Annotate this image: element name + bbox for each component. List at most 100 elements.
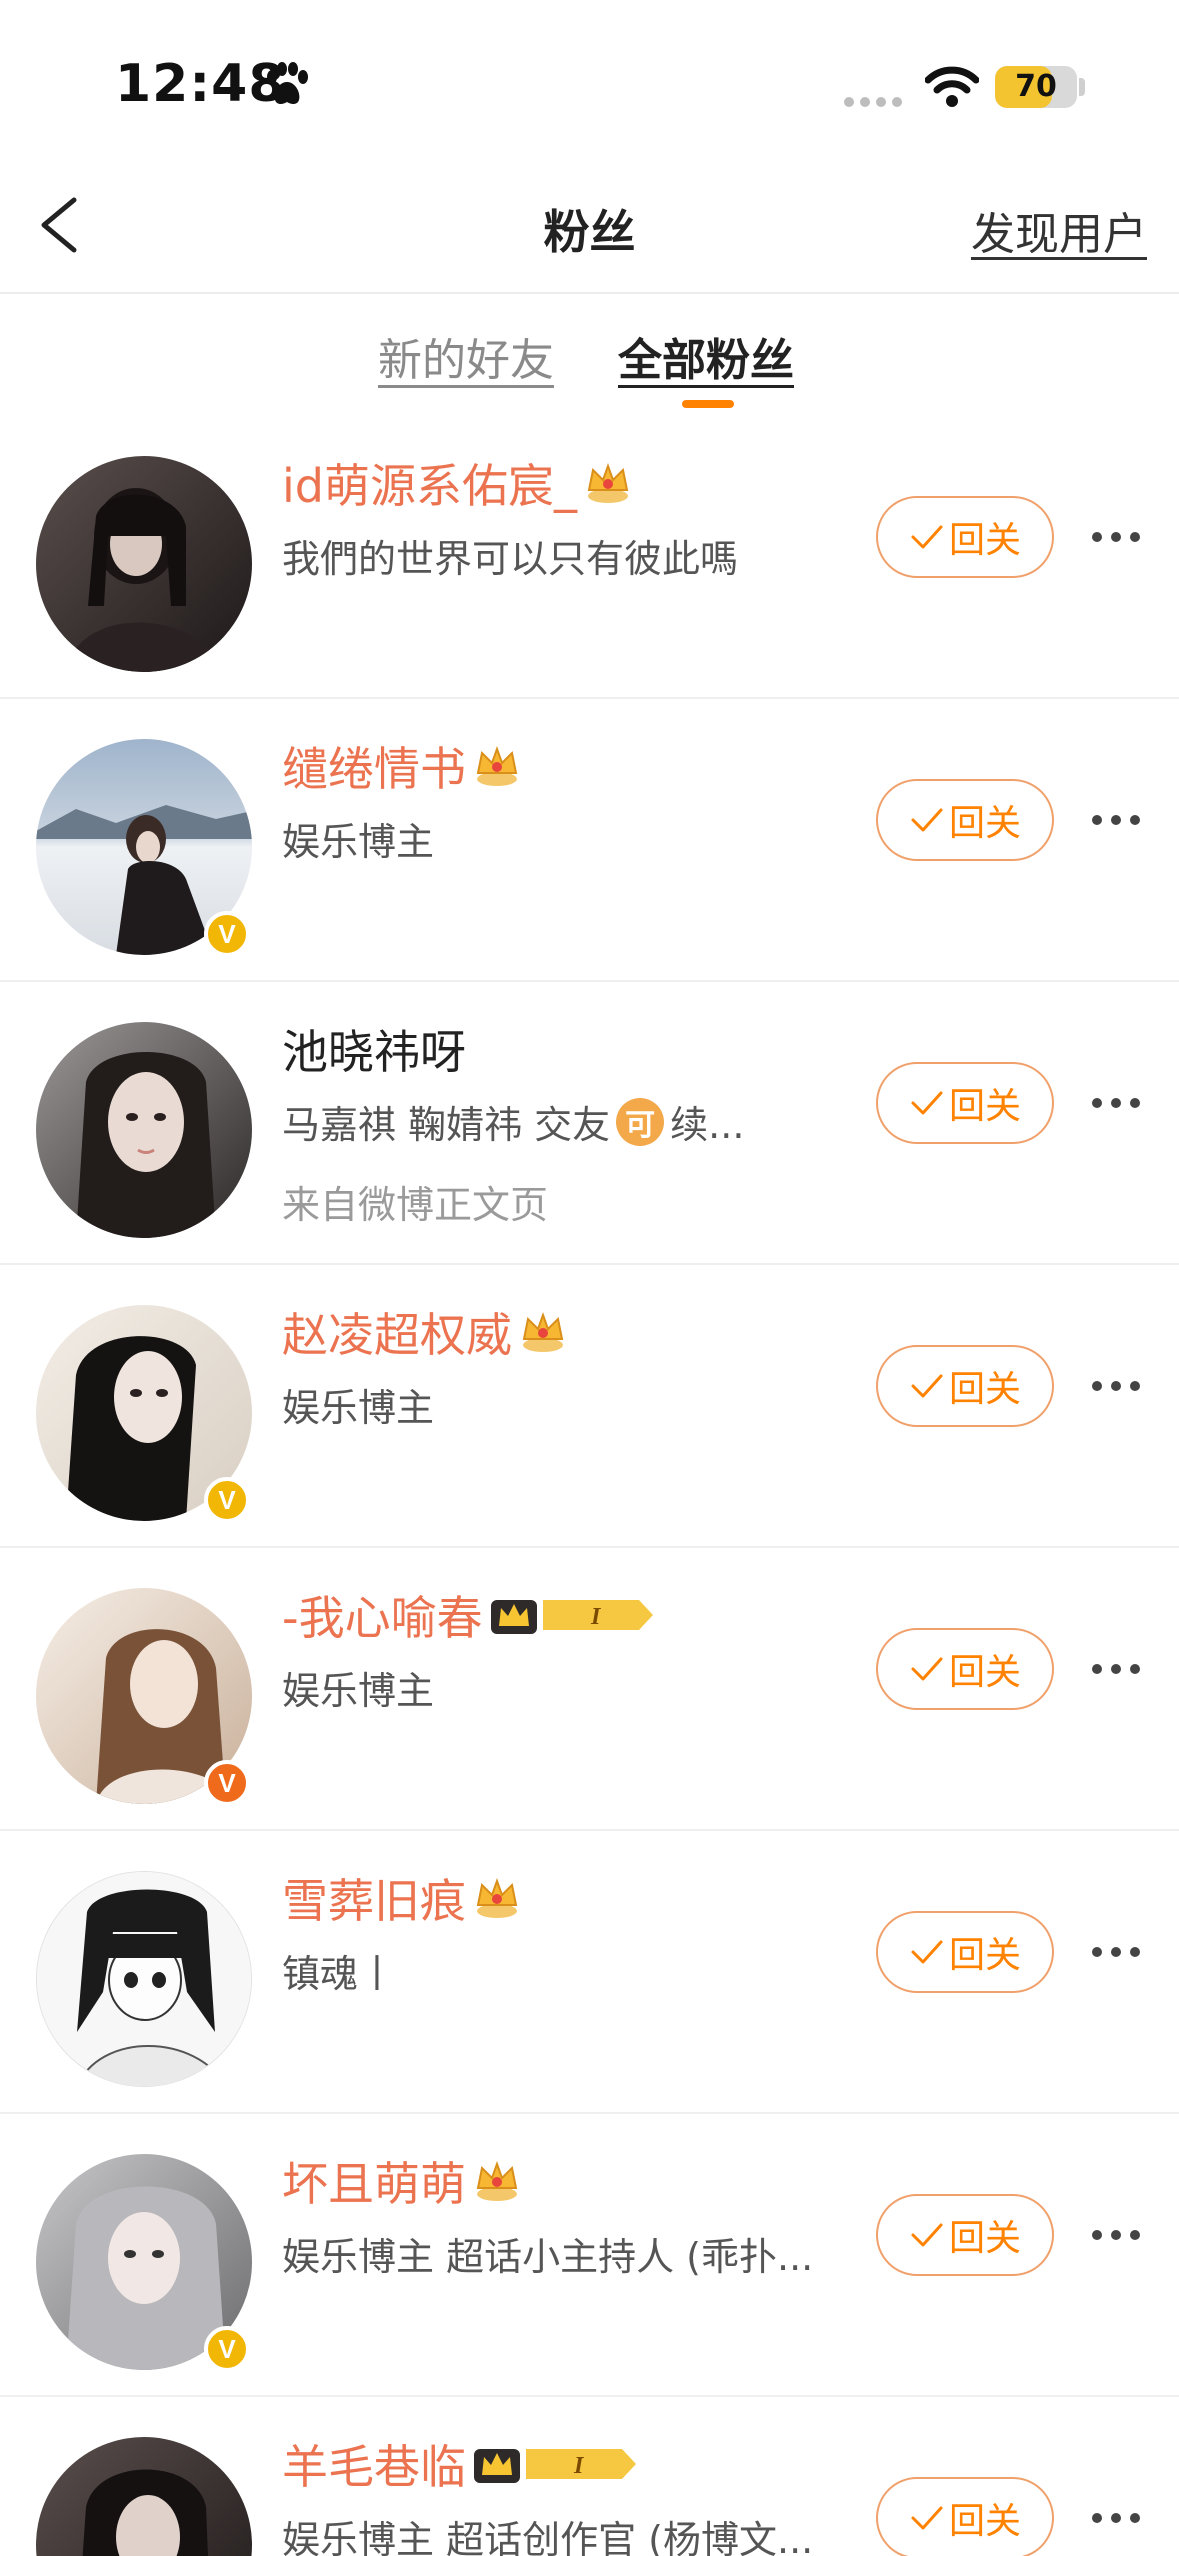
check-icon — [911, 1374, 943, 1398]
avatar[interactable] — [36, 2437, 252, 2556]
fan-name-text[interactable]: 雪葬旧痕 — [282, 1865, 466, 1931]
fan-description: 娱乐博主 — [282, 1669, 435, 1713]
check-icon — [911, 808, 943, 832]
fan-description: 镇魂丨 — [282, 1952, 397, 1996]
check-icon — [911, 525, 943, 549]
more-options-icon[interactable] — [1090, 2222, 1142, 2250]
more-options-icon[interactable] — [1090, 2505, 1142, 2533]
fan-name-text[interactable]: id萌源系佑宸_ — [282, 450, 577, 516]
fan-name-text[interactable]: 缱绻情书 — [282, 733, 466, 799]
level-badge-icon: I — [542, 1600, 653, 1630]
crown-icon — [587, 463, 629, 503]
fan-description: 娱乐博主 超话小主持人 (乖扑... — [282, 2235, 814, 2279]
paw-icon — [267, 62, 308, 104]
fan-name[interactable]: 羊毛巷临 I — [282, 2431, 638, 2497]
crown-icon — [476, 746, 518, 786]
status-time: 12:48 — [115, 54, 286, 114]
fan-name[interactable]: 缱绻情书 — [282, 733, 524, 799]
more-options-icon[interactable] — [1090, 1090, 1142, 1118]
fan-description: 娱乐博主 超话创作官 (杨博文... — [282, 2518, 814, 2556]
status-bar: 12:48 70 — [0, 0, 1179, 160]
active-tab-indicator — [682, 400, 734, 408]
follow-back-button[interactable]: 回关 — [876, 2477, 1054, 2556]
fan-name-text[interactable]: 赵凌超权威 — [282, 1299, 512, 1365]
check-icon — [911, 1091, 943, 1115]
follow-back-label: 回关 — [948, 1935, 1021, 1976]
follow-back-label: 回关 — [948, 803, 1021, 844]
tab-new-friends[interactable]: 新的好友 — [378, 324, 554, 388]
follow-back-button[interactable]: 回关 — [876, 496, 1054, 578]
list-item[interactable]: V 坏且萌萌 娱乐博主 超话小主持人 (乖扑... 回关 — [0, 2114, 1179, 2397]
follow-back-button[interactable]: 回关 — [876, 1911, 1054, 1993]
list-item[interactable]: V 赵凌超权威 娱乐博主 回关 — [0, 1265, 1179, 1548]
follow-back-label: 回关 — [948, 2501, 1021, 2542]
list-item[interactable]: V 缱绻情书 娱乐博主 回关 — [0, 699, 1179, 982]
check-icon — [911, 1657, 943, 1681]
fan-name-text[interactable]: 羊毛巷临 — [282, 2431, 466, 2497]
fan-description-more: 续... — [670, 1103, 745, 1147]
list-item[interactable]: 池晓祎呀 马嘉祺 鞠婧祎 交友 可续... 来自微博正文页 回关 — [0, 982, 1179, 1265]
fans-list: id萌源系佑宸_ 我們的世界可以只有彼此嗎 回关 V 缱绻情书 娱乐博主 回关 — [0, 416, 1179, 2556]
fan-description: 娱乐博主 — [282, 1386, 435, 1430]
avatar[interactable] — [36, 1871, 252, 2087]
more-options-icon[interactable] — [1090, 807, 1142, 835]
level-badge-icon: I — [526, 2449, 636, 2479]
follow-back-button[interactable]: 回关 — [876, 1345, 1054, 1427]
more-options-icon[interactable] — [1090, 1939, 1142, 1967]
fan-description-text: 马嘉祺 鞠婧祎 交友 — [282, 1103, 611, 1147]
verified-badge-icon: V — [204, 1760, 250, 1806]
fan-name[interactable]: 坏且萌萌 — [282, 2148, 524, 2214]
cellular-signal-icon — [844, 97, 902, 107]
wifi-icon — [925, 66, 979, 107]
tab-all-fans[interactable]: 全部粉丝 — [618, 324, 794, 388]
crown-icon — [476, 1878, 518, 1918]
battery-level: 70 — [1015, 69, 1057, 104]
more-options-icon[interactable] — [1090, 524, 1142, 552]
follow-back-button[interactable]: 回关 — [876, 1062, 1054, 1144]
battery-icon: 70 — [995, 66, 1077, 108]
verified-badge-icon: V — [204, 2326, 250, 2372]
more-options-icon[interactable] — [1090, 1373, 1142, 1401]
fan-name-text[interactable]: 坏且萌萌 — [282, 2148, 466, 2214]
follow-back-button[interactable]: 回关 — [876, 2194, 1054, 2276]
verified-badge-icon: V — [204, 911, 250, 957]
level-badge-text: I — [590, 1604, 602, 1630]
verified-badge-icon: V — [204, 1477, 250, 1523]
fan-name[interactable]: -我心喻春 I — [282, 1582, 655, 1648]
more-options-icon[interactable] — [1090, 1656, 1142, 1684]
level-badge-text: I — [573, 2453, 585, 2479]
follow-back-button[interactable]: 回关 — [876, 1628, 1054, 1710]
check-icon — [911, 1940, 943, 1964]
fan-name-text[interactable]: 池晓祎呀 — [282, 1016, 466, 1082]
list-item[interactable]: V -我心喻春 I 娱乐博主 回关 — [0, 1548, 1179, 1831]
follow-back-label: 回关 — [948, 2218, 1021, 2259]
crown-icon — [522, 1312, 564, 1352]
fan-name[interactable]: 池晓祎呀 — [282, 1016, 466, 1082]
list-item[interactable]: 羊毛巷临 I 娱乐博主 超话创作官 (杨博文... 回关 — [0, 2397, 1179, 2556]
fan-name[interactable]: 雪葬旧痕 — [282, 1865, 524, 1931]
follow-back-button[interactable]: 回关 — [876, 779, 1054, 861]
avatar[interactable] — [36, 1022, 252, 1238]
fan-name[interactable]: 赵凌超权威 — [282, 1299, 570, 1365]
follow-back-label: 回关 — [948, 1652, 1021, 1693]
fan-description: 娱乐博主 — [282, 820, 435, 864]
crown-icon — [490, 1600, 537, 1634]
follow-back-label: 回关 — [948, 520, 1021, 561]
follow-back-label: 回关 — [948, 1369, 1021, 1410]
discover-users-link[interactable]: 发现用户 — [971, 198, 1147, 262]
list-item[interactable]: 雪葬旧痕 镇魂丨 回关 — [0, 1831, 1179, 2114]
battery-cap — [1079, 78, 1085, 96]
crown-icon — [476, 2161, 518, 2201]
fan-name[interactable]: id萌源系佑宸_ — [282, 450, 635, 516]
avatar[interactable] — [36, 456, 252, 672]
tab-bar: 新的好友 全部粉丝 — [0, 296, 1179, 416]
fan-source: 来自微博正文页 — [282, 1183, 549, 1227]
check-icon — [911, 2223, 943, 2247]
nav-bar: 粉丝 发现用户 — [0, 160, 1179, 294]
fan-description: 我們的世界可以只有彼此嗎 — [282, 537, 739, 581]
check-icon — [911, 2506, 943, 2530]
fan-description: 马嘉祺 鞠婧祎 交友 可续... — [282, 1094, 744, 1149]
follow-back-label: 回关 — [948, 1086, 1021, 1127]
list-item[interactable]: id萌源系佑宸_ 我們的世界可以只有彼此嗎 回关 — [0, 416, 1179, 699]
fan-name-text[interactable]: -我心喻春 — [282, 1582, 483, 1648]
